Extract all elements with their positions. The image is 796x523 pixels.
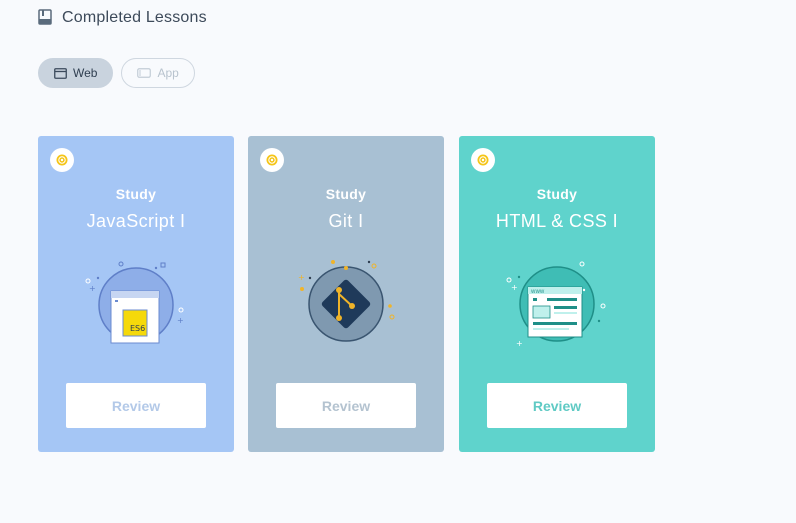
book-icon [38, 9, 54, 27]
filter-app-label: App [157, 66, 179, 80]
card-title: Git I [328, 211, 364, 231]
card-kicker: Study [115, 186, 157, 202]
platform-filter: Web App [38, 58, 195, 88]
card-kicker: Study [536, 186, 578, 202]
svg-text:+: + [298, 273, 305, 282]
medal-icon [50, 148, 74, 172]
review-button-javascript[interactable]: Review [66, 383, 206, 428]
lesson-card-html-css[interactable]: Study HTML & CSS I + + WWW Review [459, 136, 655, 452]
es6-label: ES6 [130, 324, 145, 333]
lesson-card-javascript[interactable]: Study JavaScript I + + ES6 Review [38, 136, 234, 452]
webpage-layout-icon: + + WWW [499, 254, 615, 354]
svg-text:+: + [89, 284, 96, 293]
filter-app-button[interactable]: App [121, 58, 195, 88]
lesson-card-git[interactable]: Study Git I + Review [248, 136, 444, 452]
card-title: JavaScript I [86, 211, 186, 231]
svg-text:+: + [177, 316, 184, 325]
page-header: Completed Lessons [38, 9, 207, 27]
review-button-html-css[interactable]: Review [487, 383, 627, 428]
svg-text:+: + [516, 339, 523, 348]
svg-text:+: + [511, 283, 518, 292]
git-logo-icon: + [288, 254, 404, 354]
browser-icon [54, 67, 67, 79]
device-icon [137, 68, 152, 78]
es6-browser-icon: + + ES6 [78, 254, 194, 354]
mini-browser-label: WWW [531, 289, 545, 295]
page-title: Completed Lessons [62, 9, 207, 26]
card-title: HTML & CSS I [495, 211, 619, 231]
filter-web-button[interactable]: Web [38, 58, 114, 88]
card-kicker: Study [325, 186, 367, 202]
filter-web-label: Web [73, 66, 98, 80]
medal-icon [260, 148, 284, 172]
medal-icon [471, 148, 495, 172]
review-button-git[interactable]: Review [276, 383, 416, 428]
